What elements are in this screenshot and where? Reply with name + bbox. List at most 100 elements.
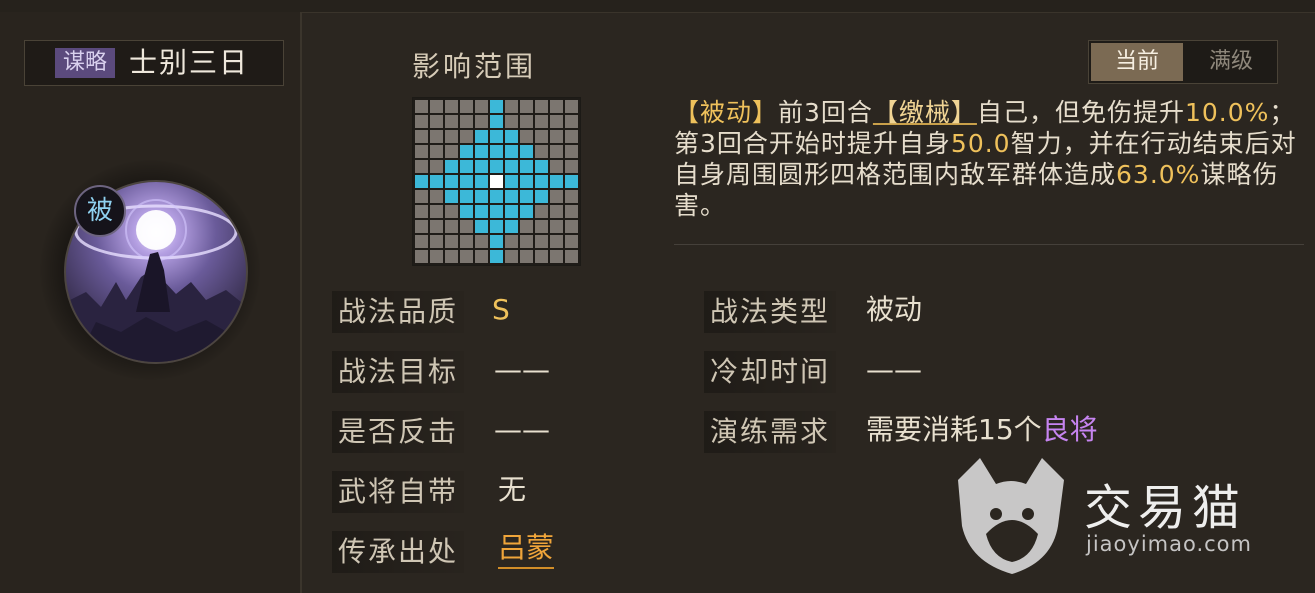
target-value: —— xyxy=(494,353,550,386)
desc-value: 50.0 xyxy=(950,129,1011,158)
range-cell xyxy=(430,235,443,248)
cooldown-value: —— xyxy=(866,353,922,386)
range-cell xyxy=(535,145,548,158)
range-cell xyxy=(535,205,548,218)
cat-logo-icon xyxy=(958,458,1064,574)
skill-category-badge: 谋略 xyxy=(55,48,115,78)
range-cell xyxy=(535,250,548,263)
range-cell xyxy=(550,160,563,173)
general-quality-link[interactable]: 良将 xyxy=(1042,413,1098,446)
range-cell-active xyxy=(445,160,458,173)
range-cell xyxy=(520,250,533,263)
desc-passive-tag: 【被动】 xyxy=(674,98,779,127)
current-level-button[interactable]: 当前 xyxy=(1091,43,1183,81)
source-general-link[interactable]: 吕蒙 xyxy=(498,529,555,569)
range-cell xyxy=(565,145,578,158)
range-cell-active xyxy=(490,190,503,203)
counter-label: 是否反击 xyxy=(332,411,465,453)
range-cell-active xyxy=(490,115,503,128)
range-cell xyxy=(550,220,563,233)
range-cell xyxy=(460,250,473,263)
range-cell-origin xyxy=(490,175,503,188)
range-cell xyxy=(475,250,488,263)
desc-value: 10.0% xyxy=(1184,98,1270,127)
range-label: 影响范围 xyxy=(412,50,537,83)
passive-type-badge: 被 xyxy=(74,185,126,237)
range-cell xyxy=(475,100,488,113)
range-cell-active xyxy=(520,160,533,173)
range-cell xyxy=(415,130,428,143)
range-cell-active xyxy=(505,160,518,173)
range-cell xyxy=(550,205,563,218)
range-cell xyxy=(445,100,458,113)
range-cell-active xyxy=(505,220,518,233)
range-cell-active xyxy=(490,145,503,158)
target-label: 战法目标 xyxy=(332,351,465,393)
range-cell xyxy=(565,205,578,218)
range-cell xyxy=(505,250,518,263)
range-cell-active xyxy=(535,190,548,203)
range-cell xyxy=(565,250,578,263)
range-cell-active xyxy=(565,175,578,188)
max-level-button[interactable]: 满级 xyxy=(1185,43,1277,81)
range-cell-active xyxy=(490,160,503,173)
range-cell xyxy=(460,100,473,113)
cooldown-label: 冷却时间 xyxy=(704,351,837,393)
range-cell xyxy=(535,100,548,113)
range-cell xyxy=(550,145,563,158)
range-grid xyxy=(412,97,581,266)
range-cell xyxy=(415,250,428,263)
range-cell-active xyxy=(475,190,488,203)
range-cell-active xyxy=(490,235,503,248)
range-cell-active xyxy=(445,175,458,188)
training-label: 演练需求 xyxy=(704,411,837,453)
range-cell xyxy=(565,160,578,173)
disarm-keyword-link[interactable]: 【缴械】 xyxy=(873,98,977,127)
range-cell xyxy=(565,100,578,113)
range-cell xyxy=(415,100,428,113)
range-cell-active xyxy=(490,220,503,233)
range-cell xyxy=(415,235,428,248)
range-cell xyxy=(445,115,458,128)
range-cell xyxy=(430,205,443,218)
range-cell xyxy=(520,235,533,248)
range-cell-active xyxy=(520,145,533,158)
range-cell xyxy=(535,130,548,143)
range-cell xyxy=(430,130,443,143)
skill-title-bar: 谋略 士别三日 xyxy=(24,40,284,86)
range-cell-active xyxy=(430,175,443,188)
range-cell xyxy=(445,145,458,158)
skill-description: 【被动】前3回合【缴械】自己，但免伤提升10.0%；第3回合开始时提升自身50.… xyxy=(674,97,1304,221)
range-cell xyxy=(475,235,488,248)
range-cell xyxy=(460,130,473,143)
innate-label: 武将自带 xyxy=(332,471,465,513)
range-cell-active xyxy=(460,160,473,173)
range-cell-active xyxy=(490,130,503,143)
range-cell xyxy=(415,160,428,173)
range-cell xyxy=(430,250,443,263)
range-cell-active xyxy=(520,175,533,188)
range-cell xyxy=(415,190,428,203)
desc-text: 自己，但免伤提升 xyxy=(976,98,1185,127)
range-cell-active xyxy=(490,250,503,263)
range-cell xyxy=(415,205,428,218)
range-cell xyxy=(445,250,458,263)
range-cell xyxy=(445,205,458,218)
desc-text: 前3回合 xyxy=(778,98,873,127)
range-cell-active xyxy=(490,205,503,218)
range-cell-active xyxy=(505,130,518,143)
range-cell-active xyxy=(475,145,488,158)
range-cell-active xyxy=(520,190,533,203)
training-value-text: 需要消耗15个 xyxy=(866,413,1042,446)
range-cell-active xyxy=(445,190,458,203)
type-label: 战法类型 xyxy=(704,291,837,333)
quality-value: S xyxy=(492,293,510,326)
range-cell xyxy=(415,115,428,128)
range-cell xyxy=(445,130,458,143)
range-cell xyxy=(535,220,548,233)
range-cell xyxy=(445,235,458,248)
range-cell-active xyxy=(490,100,503,113)
range-cell-active xyxy=(505,175,518,188)
range-cell-active xyxy=(475,205,488,218)
range-cell xyxy=(505,100,518,113)
